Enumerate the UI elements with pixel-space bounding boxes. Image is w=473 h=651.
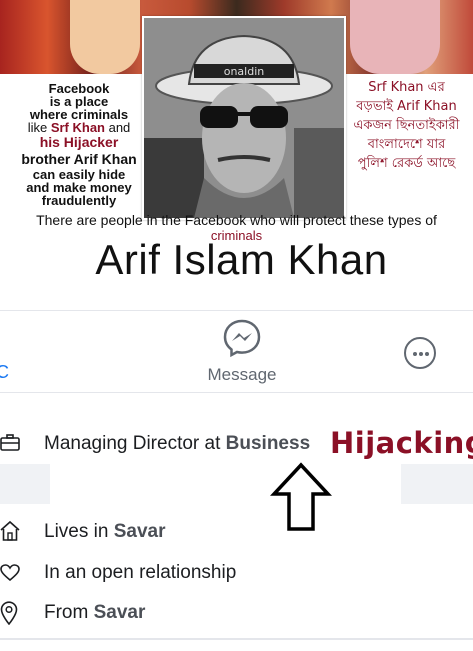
gray-band-right — [401, 464, 473, 504]
profile-picture[interactable]: onaldin — [142, 16, 346, 220]
partial-action-label[interactable]: C — [0, 362, 9, 383]
location-pin-icon — [0, 601, 18, 625]
cover-figure-right — [350, 0, 440, 74]
more-dot-3 — [425, 352, 429, 356]
more-dot-1 — [413, 352, 417, 356]
from-place[interactable]: Savar — [94, 602, 146, 623]
overlay-left-line9: fraudulently — [41, 193, 117, 208]
message-label[interactable]: Message — [192, 365, 292, 385]
from-prefix: From — [44, 602, 94, 623]
relationship-text: In an open relationship — [44, 562, 237, 583]
more-dot-2 — [419, 352, 423, 356]
overlay-right-line4: বাংলাদেশে যার — [367, 137, 446, 152]
overlay-left-line4: like Srf Khan and — [14, 121, 144, 134]
overlay-left-line4-pre: like — [27, 120, 51, 135]
hijacking-annotation: Hijacking — [330, 426, 473, 460]
overlay-right-line2: বড়ভাই Arif Khan — [356, 99, 457, 114]
work-place[interactable]: Business — [226, 433, 310, 454]
work-text: Managing Director at Business — [44, 433, 310, 455]
overlay-right-line3: একজন ছিনতাইকারী — [353, 118, 460, 133]
profile-name: Arif Islam Khan — [95, 236, 388, 283]
caption-text: There are people in the Facebook who wil… — [36, 212, 437, 228]
briefcase-icon — [0, 434, 20, 451]
gray-band-left — [0, 464, 50, 504]
from-text: From Savar — [44, 602, 145, 624]
overlay-left-line5: his Hijacker — [39, 134, 119, 150]
overlay-right-line1: Srf Khan এর — [368, 80, 445, 95]
divider-mid — [0, 392, 473, 393]
up-arrow-icon — [270, 462, 332, 531]
cover-figure-left — [70, 0, 140, 74]
overlay-right-line5: পুলিশ রেকর্ড আছে — [357, 156, 456, 171]
overlay-text-left: Facebook is a place where criminals like… — [14, 82, 144, 207]
overlay-left-line6: brother Arif Khan — [21, 151, 137, 167]
overlay-text-right: Srf Khan এর বড়ভাই Arif Khan একজন ছিনতাই… — [340, 78, 473, 173]
bottom-divider — [0, 638, 473, 640]
divider-top — [0, 310, 473, 311]
lives-prefix: Lives in — [44, 521, 114, 542]
messenger-icon — [223, 319, 261, 358]
work-prefix: Managing Director at — [44, 433, 226, 454]
message-button[interactable] — [222, 318, 262, 358]
overlay-left-line4-name: Srf Khan — [50, 120, 105, 135]
lives-text: Lives in Savar — [44, 521, 165, 543]
home-icon — [0, 520, 20, 541]
more-icon[interactable] — [404, 337, 436, 369]
lives-place[interactable]: Savar — [114, 521, 166, 542]
overlay-left-line4-post: and — [104, 120, 131, 135]
profile-photo-graphic: onaldin — [144, 18, 344, 218]
svg-text:onaldin: onaldin — [224, 65, 265, 78]
heart-icon — [0, 564, 20, 582]
